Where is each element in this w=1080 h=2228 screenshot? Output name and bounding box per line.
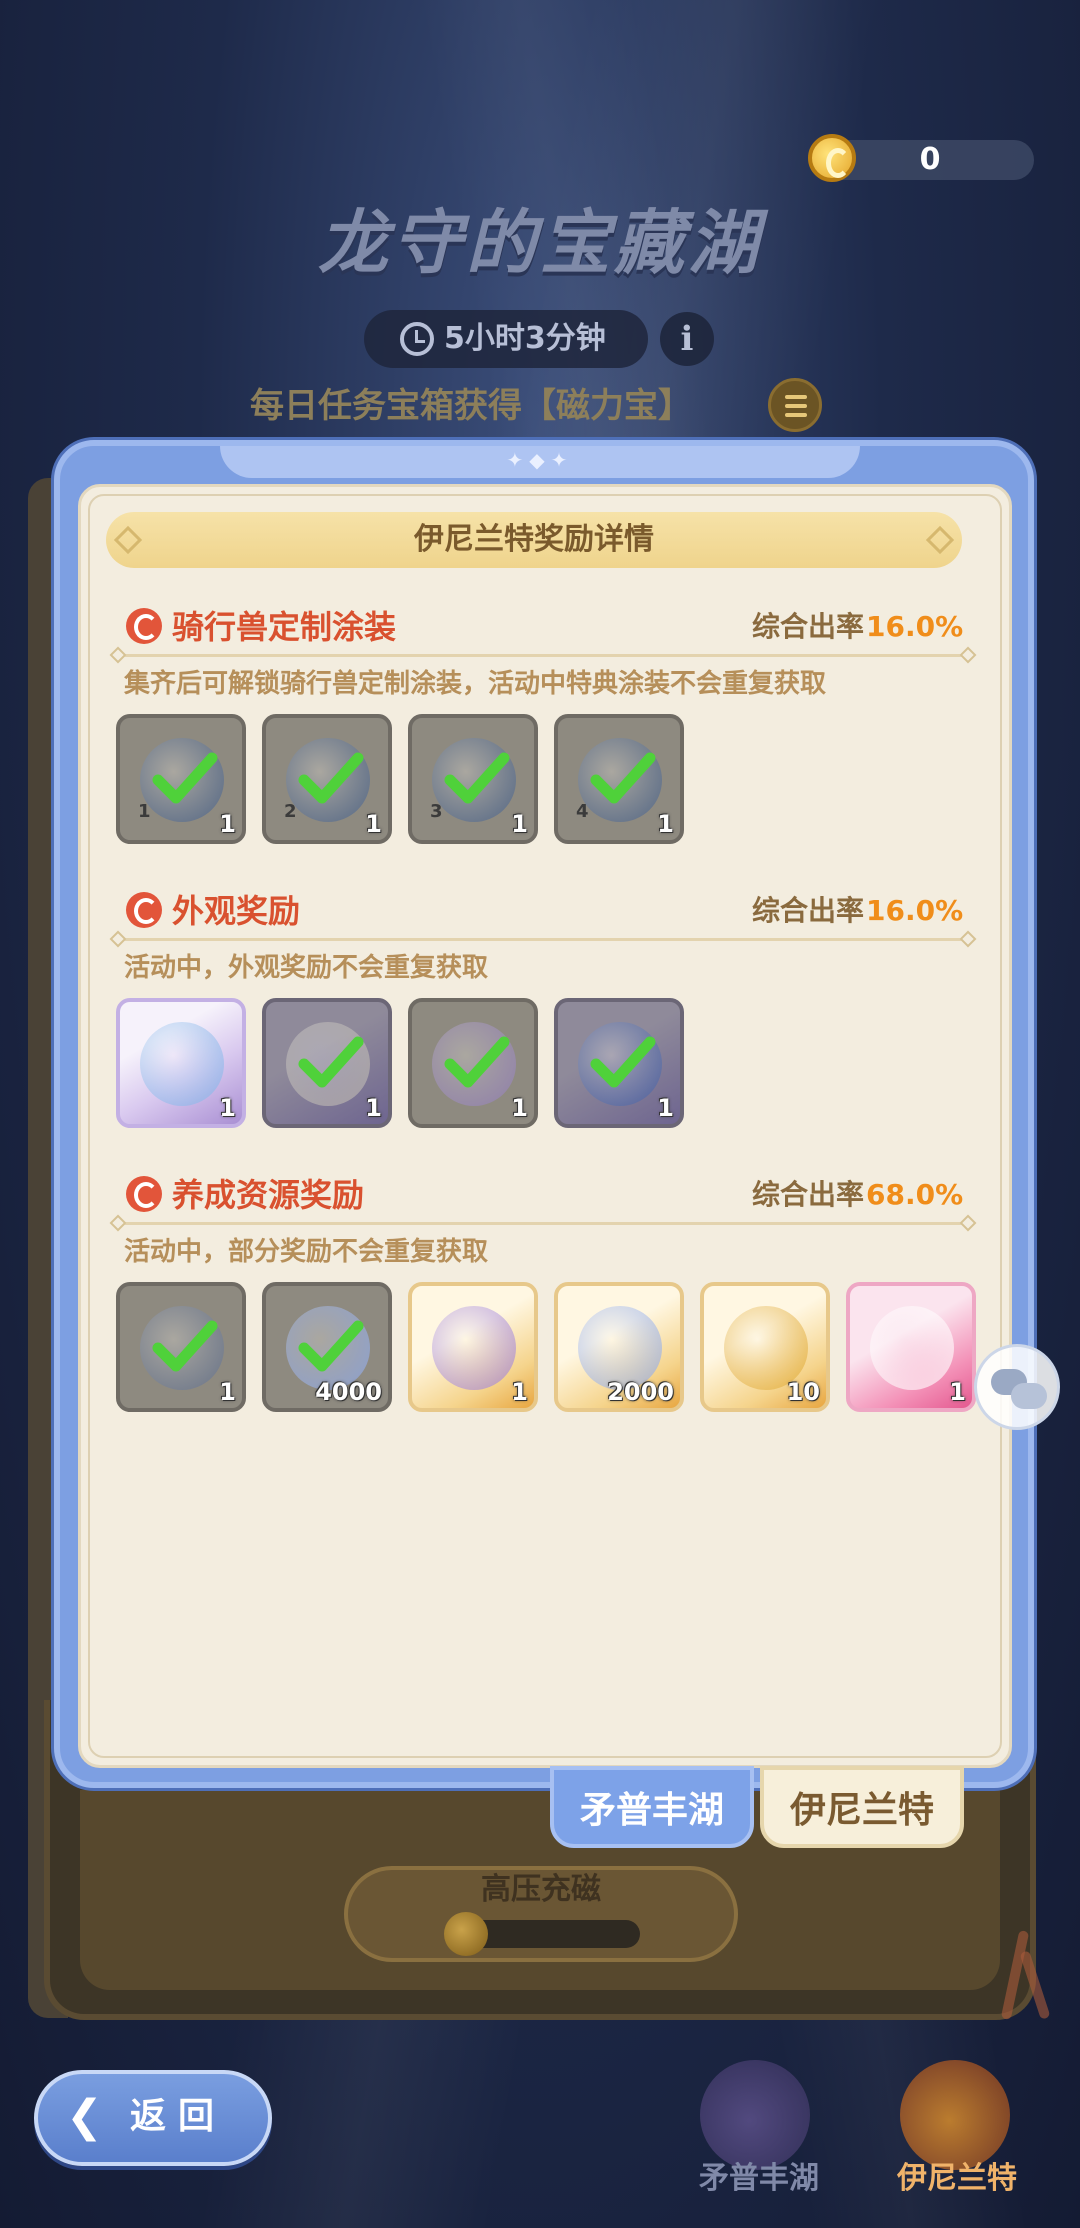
reward-item[interactable]: 11 [116, 714, 246, 844]
reward-item[interactable]: 1 [554, 998, 684, 1128]
reward-item[interactable]: 1 [116, 1282, 246, 1412]
item-count: 1 [657, 1094, 674, 1122]
reward-item[interactable]: 10 [700, 1282, 830, 1412]
water-drop-icon [140, 1022, 224, 1106]
coin-count: 0 [919, 142, 941, 177]
reward-item[interactable]: 1 [846, 1282, 976, 1412]
rate-label: 综合出率 [751, 610, 864, 643]
item-count: 10 [786, 1378, 820, 1406]
section-icon [126, 1176, 162, 1212]
reward-item[interactable]: 31 [408, 714, 538, 844]
tab-ynilante[interactable]: 伊尼兰特 [760, 1766, 964, 1848]
lake-label[interactable]: 矛普丰湖 [664, 2156, 854, 2202]
info-icon[interactable]: i [660, 312, 714, 366]
frame-diamond-decoration: ✦◆✦ [506, 448, 574, 472]
item-count: 1 [219, 1094, 236, 1122]
item-count: 1 [365, 810, 382, 838]
item-count: 1 [511, 1378, 528, 1406]
charge-coin-icon [444, 1912, 488, 1956]
clock-icon [400, 322, 434, 356]
section-title: 养成资源奖励 [172, 1176, 365, 1214]
back-label: 返回 [130, 2096, 227, 2137]
reward-item[interactable]: 1 [262, 998, 392, 1128]
reward-item[interactable]: 1 [408, 998, 538, 1128]
section-icon [126, 892, 162, 928]
event-title: 龙守的宝藏湖 [318, 201, 762, 284]
rate-label: 综合出率 [751, 1178, 864, 1211]
rate-value: 68.0% [866, 1178, 964, 1211]
modal-title: 伊尼兰特奖励详情 [414, 522, 654, 557]
daily-task-text: 每日任务宝箱获得【磁力宝】 [250, 386, 692, 426]
item-index: 2 [284, 801, 297, 822]
obtained-check-icon [298, 1036, 364, 1088]
obtained-check-icon [444, 1036, 510, 1088]
item-count: 1 [219, 1378, 236, 1406]
section-description: 集齐后可解锁骑行兽定制涂装，活动中特典涂装不会重复获取 [124, 669, 827, 699]
obtained-check-icon [152, 752, 218, 804]
item-count: 1 [219, 810, 236, 838]
list-icon[interactable] [768, 378, 822, 432]
reward-item[interactable]: 41 [554, 714, 684, 844]
section-title: 骑行兽定制涂装 [172, 608, 397, 646]
rate-value: 16.0% [866, 894, 964, 927]
lake-shell-icon[interactable] [700, 2060, 810, 2170]
lake-label[interactable]: 伊尼兰特 [862, 2156, 1052, 2202]
section-divider [120, 1222, 966, 1225]
treasure-chest-icon [432, 1306, 516, 1390]
section-divider [120, 938, 966, 941]
obtained-check-icon [152, 1320, 218, 1372]
cat-avatar-icon [870, 1306, 954, 1390]
obtained-check-icon [298, 1320, 364, 1372]
back-arrow-icon: ❮ [66, 2091, 103, 2142]
item-count: 1 [365, 1094, 382, 1122]
tab-mopu-lake[interactable]: 矛普丰湖 [550, 1766, 754, 1848]
reward-item[interactable]: 4000 [262, 1282, 392, 1412]
item-count: 1 [949, 1378, 966, 1406]
rate-label: 综合出率 [751, 894, 864, 927]
reward-item[interactable]: 1 [408, 1282, 538, 1412]
section-description: 活动中，外观奖励不会重复获取 [124, 953, 489, 983]
magnet-coin-icon [808, 134, 856, 182]
item-count: 1 [657, 810, 674, 838]
obtained-check-icon [590, 1036, 656, 1088]
reward-item[interactable]: 1 [116, 998, 246, 1128]
obtained-check-icon [444, 752, 510, 804]
charge-progress-track [468, 1920, 640, 1948]
item-index: 3 [430, 801, 443, 822]
reward-item[interactable]: 2000 [554, 1282, 684, 1412]
item-count: 1 [511, 810, 528, 838]
charge-label: 高压充磁 [481, 1872, 601, 1907]
section-title: 外观奖励 [172, 892, 301, 930]
item-count: 1 [511, 1094, 528, 1122]
reward-item[interactable]: 21 [262, 714, 392, 844]
section-divider [120, 654, 966, 657]
item-count: 2000 [607, 1378, 674, 1406]
section-icon [126, 608, 162, 644]
obtained-check-icon [298, 752, 364, 804]
chat-button[interactable] [974, 1344, 1060, 1430]
lake-shell-icon[interactable] [900, 2060, 1010, 2170]
obtained-check-icon [590, 752, 656, 804]
item-count: 4000 [315, 1378, 382, 1406]
item-index: 4 [576, 801, 589, 822]
item-index: 1 [138, 801, 151, 822]
rate-value: 16.0% [866, 610, 964, 643]
section-description: 活动中，部分奖励不会重复获取 [124, 1237, 489, 1267]
chat-bubble-icon [1011, 1383, 1047, 1409]
